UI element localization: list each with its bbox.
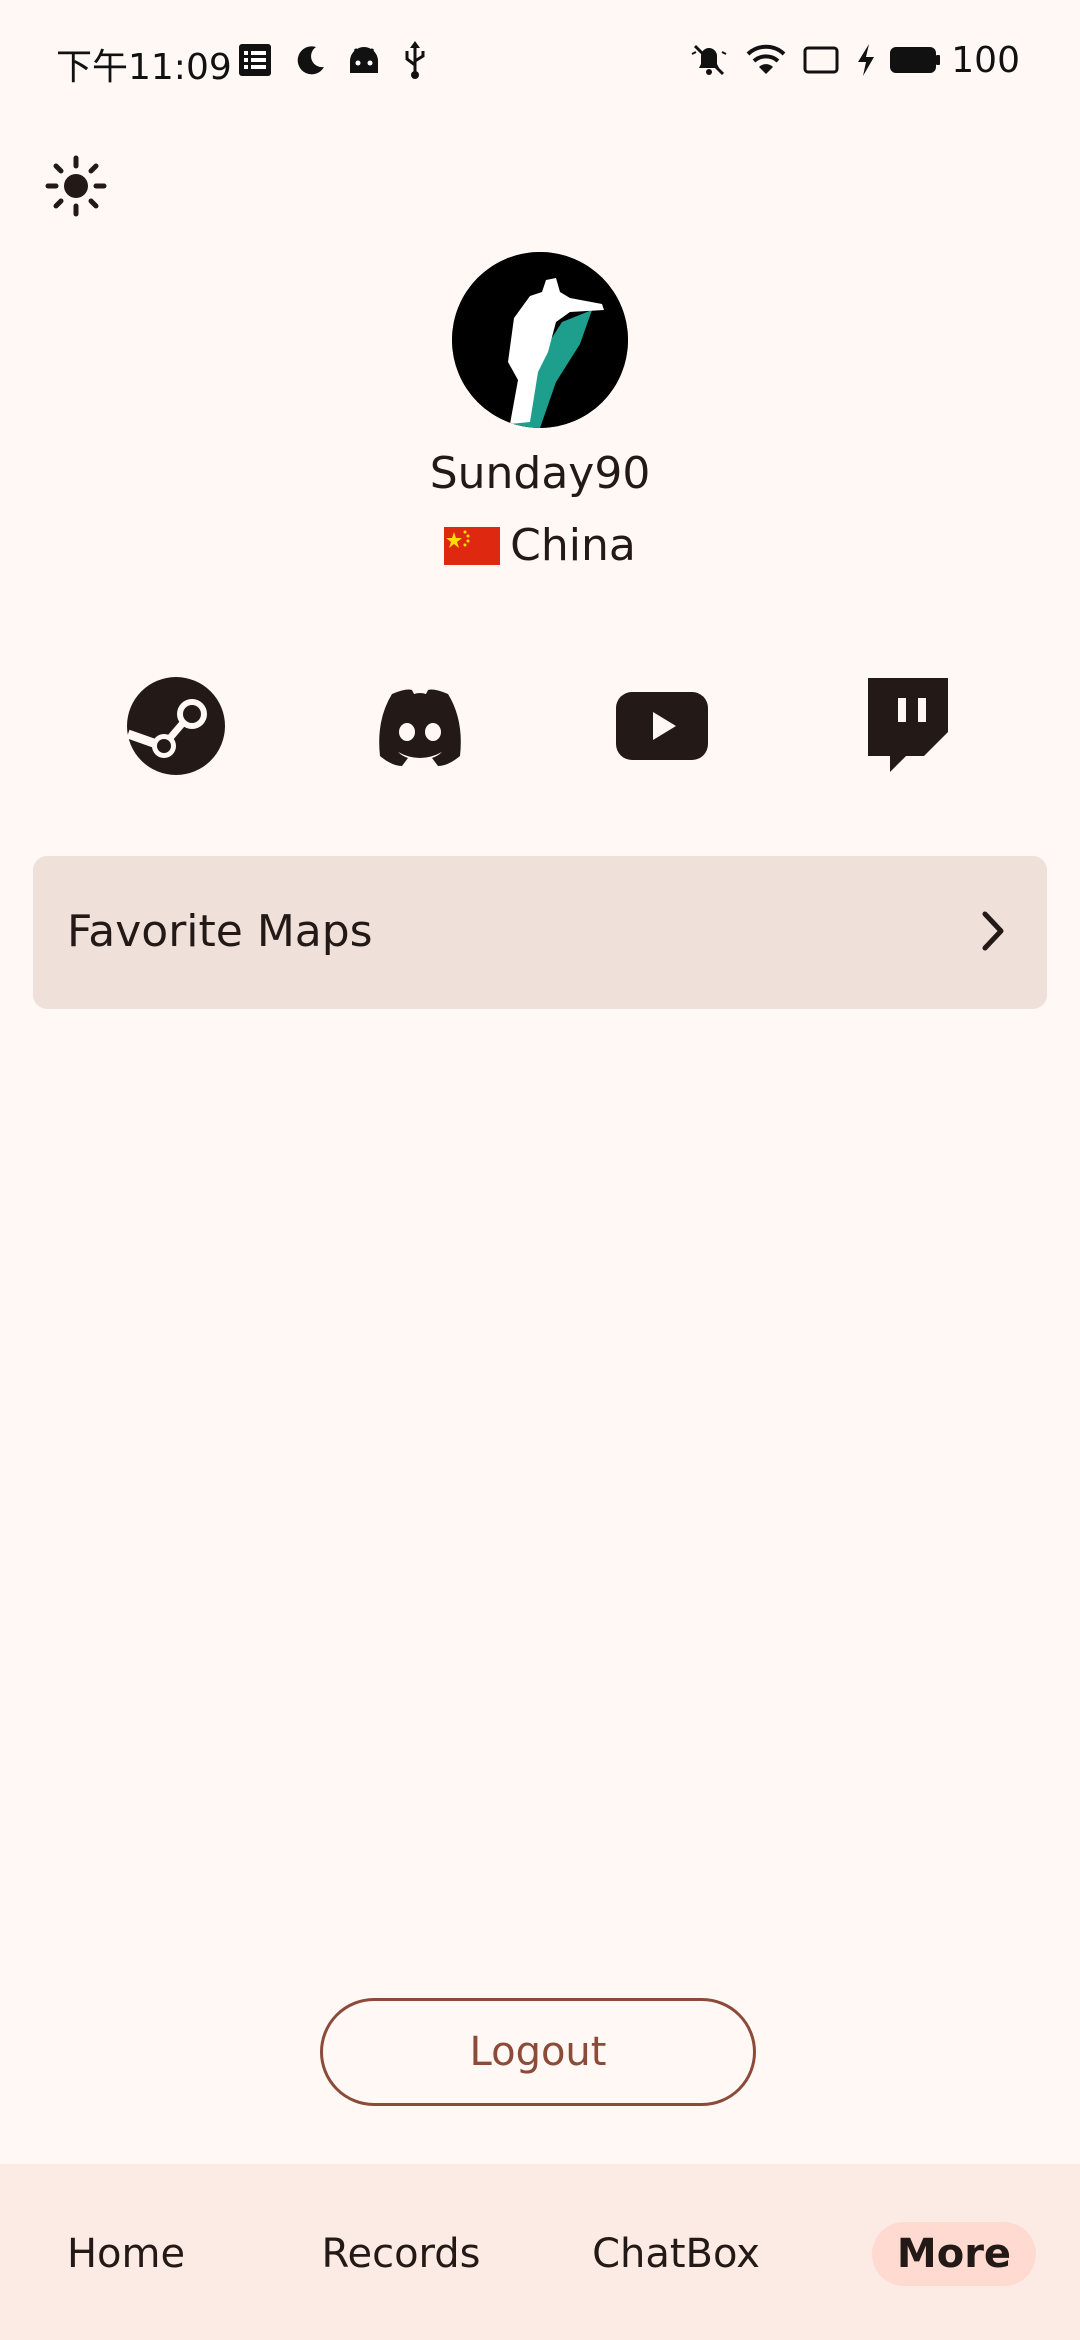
status-right-icons: 100 <box>689 38 1020 82</box>
steam-link[interactable] <box>124 674 228 778</box>
twitch-link[interactable] <box>852 674 956 778</box>
favorite-maps-label: Favorite Maps <box>67 906 373 957</box>
wifi-icon <box>746 44 786 74</box>
status-bar: 下午11:09 100 <box>0 0 1080 120</box>
moon-icon <box>297 46 324 75</box>
nav-home[interactable]: Home <box>56 2222 196 2286</box>
cast-icon <box>803 46 839 74</box>
battery-percent: 100 <box>951 39 1020 81</box>
status-left-icons <box>238 40 428 80</box>
charging-icon <box>858 44 875 76</box>
android-icon <box>350 47 378 73</box>
discord-icon <box>379 689 461 766</box>
username: Sunday90 <box>429 448 651 499</box>
nav-chatbox[interactable]: ChatBox <box>588 2222 764 2286</box>
social-links <box>0 674 1080 778</box>
country-name: China <box>510 520 636 571</box>
theme-toggle-button[interactable] <box>44 154 108 218</box>
country-row: China <box>0 520 1080 571</box>
avatar-image <box>452 252 628 428</box>
twitch-icon <box>868 678 948 772</box>
youtube-link[interactable] <box>610 674 714 778</box>
mute-icon <box>691 44 727 76</box>
youtube-icon <box>616 692 708 760</box>
usb-icon <box>405 41 425 79</box>
notes-icon <box>239 44 271 76</box>
chevron-right-icon <box>982 911 1004 951</box>
battery-icon <box>890 47 941 73</box>
avatar[interactable] <box>452 252 628 428</box>
status-time: 下午11:09 <box>56 47 232 88</box>
sun-icon <box>45 155 107 217</box>
discord-link[interactable] <box>368 674 472 778</box>
steam-icon <box>126 677 225 775</box>
nav-records[interactable]: Records <box>316 2222 486 2286</box>
china-flag-icon <box>444 526 501 565</box>
logout-button[interactable]: Logout <box>320 1998 756 2106</box>
bottom-navigation: Home Records ChatBox More <box>0 2164 1080 2340</box>
nav-more[interactable]: More <box>872 2222 1036 2286</box>
favorite-maps-row[interactable]: Favorite Maps <box>33 856 1047 1009</box>
